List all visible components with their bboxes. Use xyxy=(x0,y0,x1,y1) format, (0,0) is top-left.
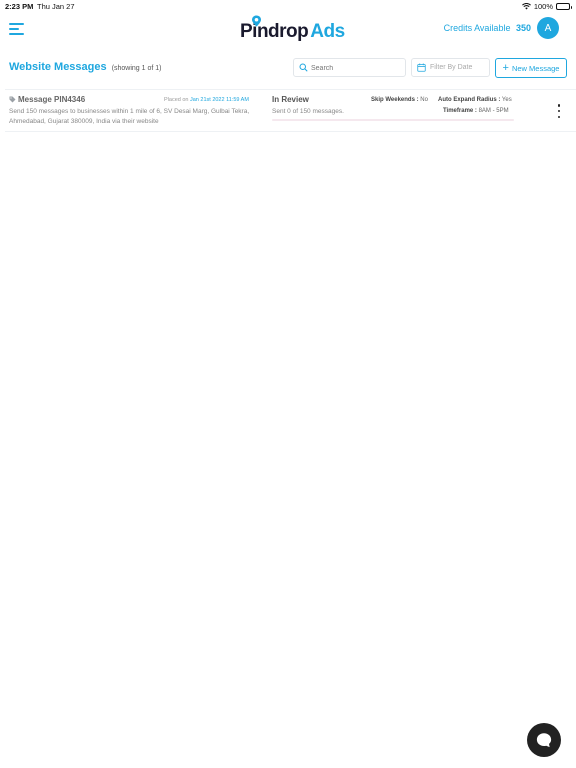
auto-expand-radius: Auto Expand Radius : Yes xyxy=(438,97,512,103)
progress-bar xyxy=(272,119,514,121)
battery-icon xyxy=(556,3,572,10)
timeframe-label: Timeframe : xyxy=(443,108,477,114)
page-title-text: Website Messages xyxy=(9,61,107,73)
message-id: Message PIN4346 xyxy=(18,95,86,104)
status-date: Thu Jan 27 xyxy=(37,2,75,11)
message-description: Send 150 messages to businesses within 1… xyxy=(9,108,250,125)
messages-toolbar: Website Messages (showing 1 of 1) Filter… xyxy=(0,56,576,78)
credits-value: 350 xyxy=(515,23,531,33)
tag-icon xyxy=(9,96,16,103)
status-time: 2:23 PM xyxy=(5,2,34,11)
auto-expand-label: Auto Expand Radius : xyxy=(438,97,501,103)
credits-label: Credits Available xyxy=(443,23,511,33)
map-pin-icon xyxy=(252,15,261,27)
page-subtitle: (showing 1 of 1) xyxy=(111,65,162,72)
placed-on: Placed on Jan 21st 2022 11:59 AM xyxy=(164,97,249,103)
chat-button[interactable] xyxy=(527,723,561,757)
timeframe-value: 8AM - 5PM xyxy=(478,108,509,114)
new-message-button[interactable]: + New Message xyxy=(495,58,567,78)
skip-weekends-value: No xyxy=(420,97,428,103)
more-vertical-icon[interactable] xyxy=(555,104,563,118)
date-filter-placeholder: Filter By Date xyxy=(430,64,473,71)
calendar-icon xyxy=(417,63,426,72)
chat-icon xyxy=(536,733,552,748)
placed-label: Placed on xyxy=(164,97,189,103)
search-box[interactable] xyxy=(293,58,406,77)
page-title: Website Messages (showing 1 of 1) xyxy=(9,61,162,73)
status-indicators: 100% xyxy=(521,2,572,11)
plus-icon: + xyxy=(502,61,509,74)
search-icon xyxy=(299,63,308,72)
status-bar: 2:23 PM Thu Jan 27 100% xyxy=(0,0,576,12)
wifi-icon xyxy=(521,3,531,10)
timeframe: Timeframe : 8AM - 5PM xyxy=(443,108,509,114)
placed-date: Jan 21st 2022 11:59 AM xyxy=(190,97,249,103)
search-input[interactable] xyxy=(311,62,401,74)
sent-count: Sent 0 of 150 messages. xyxy=(272,108,344,115)
credits-available: Credits Available 350 xyxy=(444,23,531,33)
skip-weekends: Skip Weekends : No xyxy=(371,97,428,103)
menu-icon[interactable] xyxy=(9,23,25,37)
avatar[interactable]: A xyxy=(537,17,559,39)
app-header: Pindrop Ads Credits Available 350 A xyxy=(0,12,576,48)
auto-expand-value: Yes xyxy=(501,97,512,103)
battery-percent: 100% xyxy=(533,2,553,11)
skip-weekends-label: Skip Weekends : xyxy=(371,97,419,103)
new-message-label: New Message xyxy=(511,63,560,73)
logo-text-accent: Ads xyxy=(310,21,345,42)
status-badge: In Review xyxy=(272,95,309,104)
pindrop-ads-logo[interactable]: Pindrop Ads xyxy=(240,15,345,43)
date-filter[interactable]: Filter By Date xyxy=(411,58,490,77)
message-row[interactable]: Message PIN4346 Placed on Jan 21st 2022 … xyxy=(5,89,576,132)
